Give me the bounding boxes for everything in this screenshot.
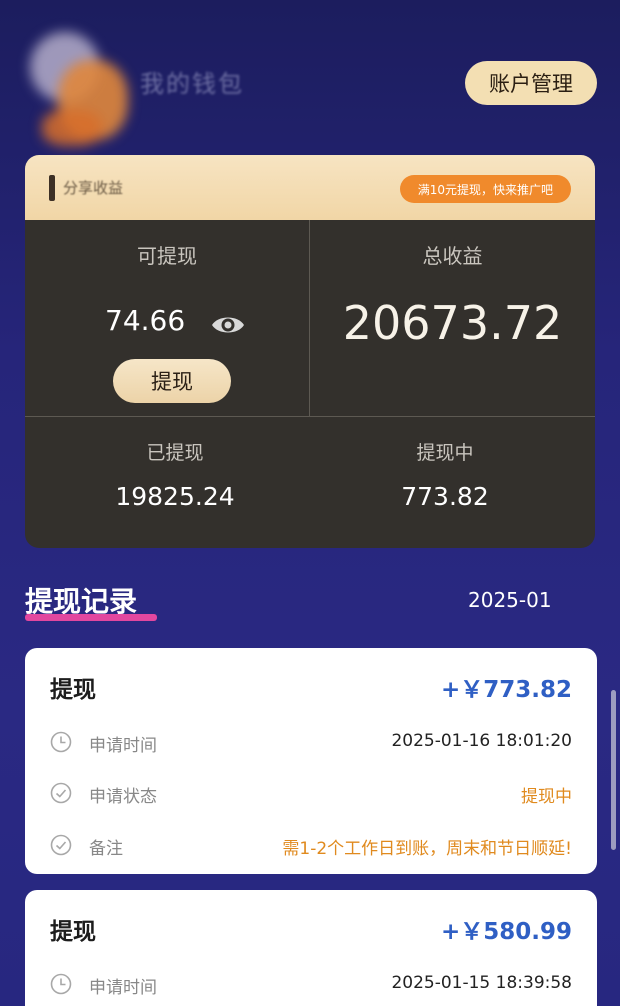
earnings-card-header: 分享收益 满10元提现，快来推广吧 (25, 155, 595, 220)
total-earnings-label: 总收益 (422, 244, 483, 268)
title-marker (49, 175, 55, 201)
note-value: 需1-2个工作日到账，周末和节日顺延! (282, 839, 572, 859)
record-amount: +￥580.99 (440, 919, 572, 945)
record-row-note: 备注 需1-2个工作日到账，周末和节日顺延! (25, 831, 597, 861)
time-value: 2025-01-15 18:39:58 (391, 973, 572, 993)
record-card[interactable]: 提现 +￥580.99 申请时间 2025-01-15 18:39:58 (25, 890, 597, 1006)
promo-badge[interactable]: 满10元提现，快来推广吧 (399, 175, 571, 203)
record-row-status: 申请状态 提现中 (25, 779, 597, 809)
pending-label: 提现中 (416, 442, 474, 464)
withdrawn-value: 19825.24 (115, 482, 235, 511)
check-circle-icon (50, 782, 72, 804)
record-card[interactable]: 提现 +￥773.82 申请时间 2025-01-16 18:01:20 申请状… (25, 648, 597, 874)
check-circle-icon (50, 834, 72, 856)
record-row-time: 申请时间 2025-01-15 18:39:58 (25, 970, 597, 1000)
record-title: 提现 (50, 677, 96, 703)
scrollbar[interactable] (611, 690, 616, 850)
record-row-time: 申请时间 2025-01-16 18:01:20 (25, 728, 597, 758)
page-title: 我的钱包 (140, 70, 244, 98)
note-label: 备注 (89, 839, 123, 859)
month-selector[interactable]: 2025-01 (468, 588, 552, 612)
time-value: 2025-01-16 18:01:20 (391, 731, 572, 751)
withdrawable-label: 可提现 (137, 244, 197, 268)
section-underline (25, 614, 157, 621)
total-earnings-value: 20673.72 (342, 296, 563, 350)
divider-horizontal (25, 416, 595, 417)
avatar (22, 20, 152, 150)
earnings-card-title: 分享收益 (63, 179, 124, 197)
status-label: 申请状态 (89, 787, 157, 807)
status-value: 提现中 (521, 787, 572, 807)
clock-icon (50, 973, 72, 995)
withdrawn-label: 已提现 (146, 442, 204, 464)
account-management-button[interactable]: 账户管理 (465, 61, 597, 105)
clock-icon (50, 731, 72, 753)
earnings-stats: 可提现 74.66 提现 总收益 20673.72 已提现 19825.24 提… (25, 220, 595, 548)
pending-value: 773.82 (401, 482, 489, 511)
record-amount: +￥773.82 (440, 677, 572, 703)
withdrawable-value: 74.66 (105, 304, 186, 337)
record-title: 提现 (50, 919, 96, 945)
time-label: 申请时间 (89, 736, 157, 756)
earnings-card: 分享收益 满10元提现，快来推广吧 可提现 74.66 提现 总收益 20673… (25, 155, 595, 548)
eye-icon[interactable] (211, 312, 245, 338)
time-label: 申请时间 (89, 978, 157, 998)
header: 我的钱包 账户管理 (0, 0, 620, 150)
withdraw-button[interactable]: 提现 (113, 359, 231, 403)
